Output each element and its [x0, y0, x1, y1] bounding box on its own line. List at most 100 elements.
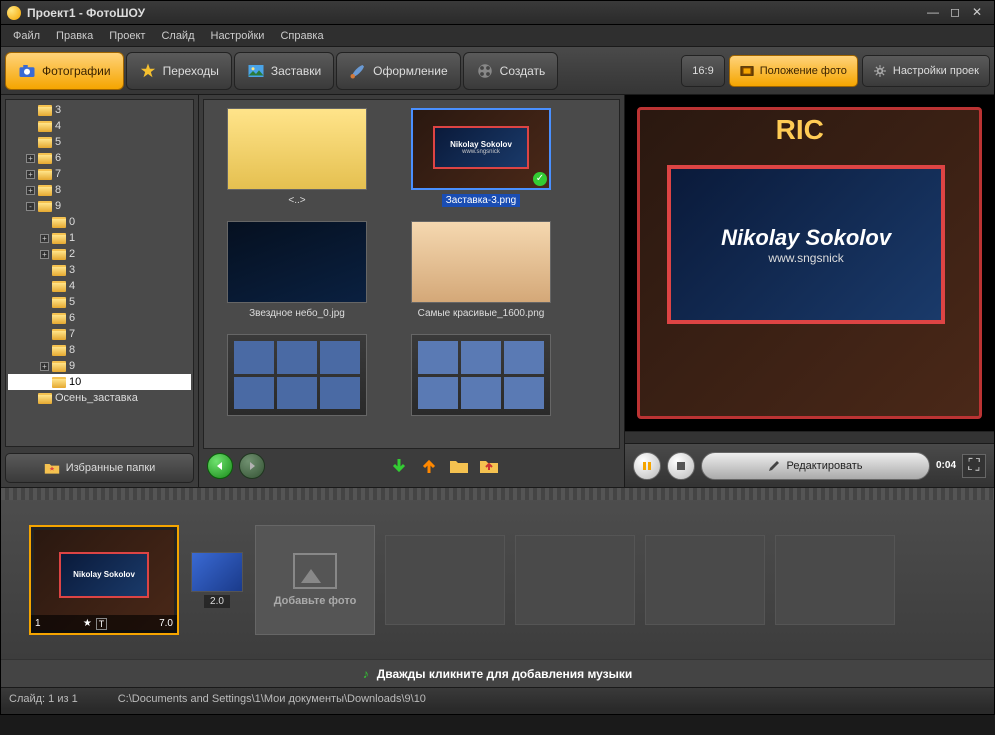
tab-design-label: Оформление: [373, 64, 447, 78]
menu-project[interactable]: Проект: [101, 30, 153, 42]
tree-row[interactable]: +6: [8, 150, 191, 166]
preview-viewport[interactable]: RIC Nikolay Sokolov www.sngsnick: [625, 95, 994, 431]
edit-button[interactable]: Редактировать: [701, 452, 930, 480]
status-path: C:\Documents and Settings\1\Мои документ…: [118, 693, 426, 705]
thumbnail[interactable]: <..>: [212, 108, 382, 207]
download-button[interactable]: [387, 454, 411, 478]
tree-label: 4: [55, 120, 61, 132]
thumbnail-label: Самые красивые_1600.png: [414, 307, 549, 320]
time-display: 0:04: [936, 460, 956, 471]
project-settings-button[interactable]: Настройки проек: [862, 55, 990, 87]
tree-label: 6: [69, 312, 75, 324]
stop-button[interactable]: [667, 452, 695, 480]
folder-icon: [38, 105, 52, 116]
tree-row[interactable]: +7: [8, 166, 191, 182]
tab-create[interactable]: Создать: [463, 52, 559, 90]
thumbnail-image: [411, 334, 551, 416]
tree-row[interactable]: +1: [8, 230, 191, 246]
add-photo-placeholder[interactable]: Добавьте фото: [255, 525, 375, 635]
thumbnail[interactable]: [212, 334, 382, 422]
empty-slot[interactable]: [645, 535, 765, 625]
folder-up-button[interactable]: [477, 454, 501, 478]
gear-icon: [873, 64, 887, 78]
folder-icon: [52, 281, 66, 292]
timeline-track[interactable]: Nikolay Sokolov 1 ★ T 7.0 2.0 Добавьте ф…: [1, 500, 994, 659]
tab-create-label: Создать: [500, 64, 546, 78]
tab-design[interactable]: Оформление: [336, 52, 460, 90]
menu-help[interactable]: Справка: [272, 30, 331, 42]
menu-edit[interactable]: Правка: [48, 30, 101, 42]
fullscreen-button[interactable]: ⛶: [962, 454, 986, 478]
tree-label: 3: [55, 104, 61, 116]
tree-row[interactable]: 8: [8, 342, 191, 358]
maximize-button[interactable]: ◻: [944, 5, 966, 21]
pause-button[interactable]: [633, 452, 661, 480]
timeline-slide-1[interactable]: Nikolay Sokolov 1 ★ T 7.0: [29, 525, 179, 635]
thumbnail[interactable]: Nikolay Sokolovwww.sngsnick✓Заставка-3.p…: [396, 108, 566, 207]
upload-button[interactable]: [417, 454, 441, 478]
tree-row[interactable]: +9: [8, 358, 191, 374]
tree-row[interactable]: 7: [8, 326, 191, 342]
folder-icon: [52, 377, 66, 388]
music-track[interactable]: ♪ Дважды кликните для добавления музыки: [1, 659, 994, 687]
tree-label: 8: [55, 184, 61, 196]
menu-slide[interactable]: Слайд: [153, 30, 202, 42]
menu-file[interactable]: Файл: [5, 30, 48, 42]
nav-back-button[interactable]: [207, 453, 233, 479]
minimize-button[interactable]: —: [922, 5, 944, 21]
tree-row[interactable]: Осень_заставка: [8, 390, 191, 406]
empty-slot[interactable]: [515, 535, 635, 625]
empty-slot[interactable]: [385, 535, 505, 625]
tree-expand-icon[interactable]: -: [26, 202, 35, 211]
tree-label: 9: [55, 200, 61, 212]
tree-row[interactable]: 3: [8, 262, 191, 278]
menu-settings[interactable]: Настройки: [203, 30, 273, 42]
picture-icon: [247, 62, 265, 80]
close-button[interactable]: ✕: [966, 5, 988, 21]
tree-label: 10: [69, 376, 81, 388]
folder-button[interactable]: [447, 454, 471, 478]
tab-titles[interactable]: Заставки: [234, 52, 334, 90]
tree-label: 9: [69, 360, 75, 372]
tree-row[interactable]: 4: [8, 118, 191, 134]
preview-seekbar[interactable]: [625, 431, 994, 443]
folder-tree[interactable]: 345+6+7+8-90+1+2345678+910Осень_заставка: [5, 99, 194, 447]
tree-row[interactable]: +8: [8, 182, 191, 198]
folder-icon: [52, 249, 66, 260]
thumbnail[interactable]: [396, 334, 566, 422]
tab-transitions[interactable]: Переходы: [126, 52, 232, 90]
tree-label: 5: [69, 296, 75, 308]
tree-expand-icon[interactable]: +: [40, 234, 49, 243]
position-button[interactable]: Положение фото: [729, 55, 858, 87]
folder-icon: [38, 153, 52, 164]
preview-line2: www.sngsnick: [768, 251, 843, 265]
slide-star-icon[interactable]: ★: [83, 618, 92, 629]
tree-row[interactable]: -9: [8, 198, 191, 214]
tree-expand-icon[interactable]: +: [26, 186, 35, 195]
tree-row[interactable]: 5: [8, 294, 191, 310]
tree-expand-icon[interactable]: +: [40, 362, 49, 371]
aspect-button[interactable]: 16:9: [681, 55, 724, 87]
tree-label: 1: [69, 232, 75, 244]
tab-photos[interactable]: Фотографии: [5, 52, 124, 90]
thumbnail[interactable]: Звездное небо_0.jpg: [212, 221, 382, 320]
nav-forward-button[interactable]: [239, 453, 265, 479]
tree-row[interactable]: 0: [8, 214, 191, 230]
tree-row[interactable]: 3: [8, 102, 191, 118]
tree-expand-icon[interactable]: +: [40, 250, 49, 259]
tree-row[interactable]: 4: [8, 278, 191, 294]
tree-expand-icon[interactable]: +: [26, 154, 35, 163]
tree-row[interactable]: 10: [8, 374, 191, 390]
preview-controls: Редактировать 0:04 ⛶: [625, 443, 994, 487]
tree-row[interactable]: 6: [8, 310, 191, 326]
empty-slot[interactable]: [775, 535, 895, 625]
tree-expand-icon[interactable]: +: [26, 170, 35, 179]
transition-1[interactable]: 2.0: [189, 552, 245, 608]
tree-row[interactable]: +2: [8, 246, 191, 262]
favorites-button[interactable]: Избранные папки: [5, 453, 194, 483]
folder-icon: [52, 217, 66, 228]
folder-icon: [38, 393, 52, 404]
thumbnail[interactable]: Самые красивые_1600.png: [396, 221, 566, 320]
slide-text-icon[interactable]: T: [96, 618, 108, 630]
tree-row[interactable]: 5: [8, 134, 191, 150]
